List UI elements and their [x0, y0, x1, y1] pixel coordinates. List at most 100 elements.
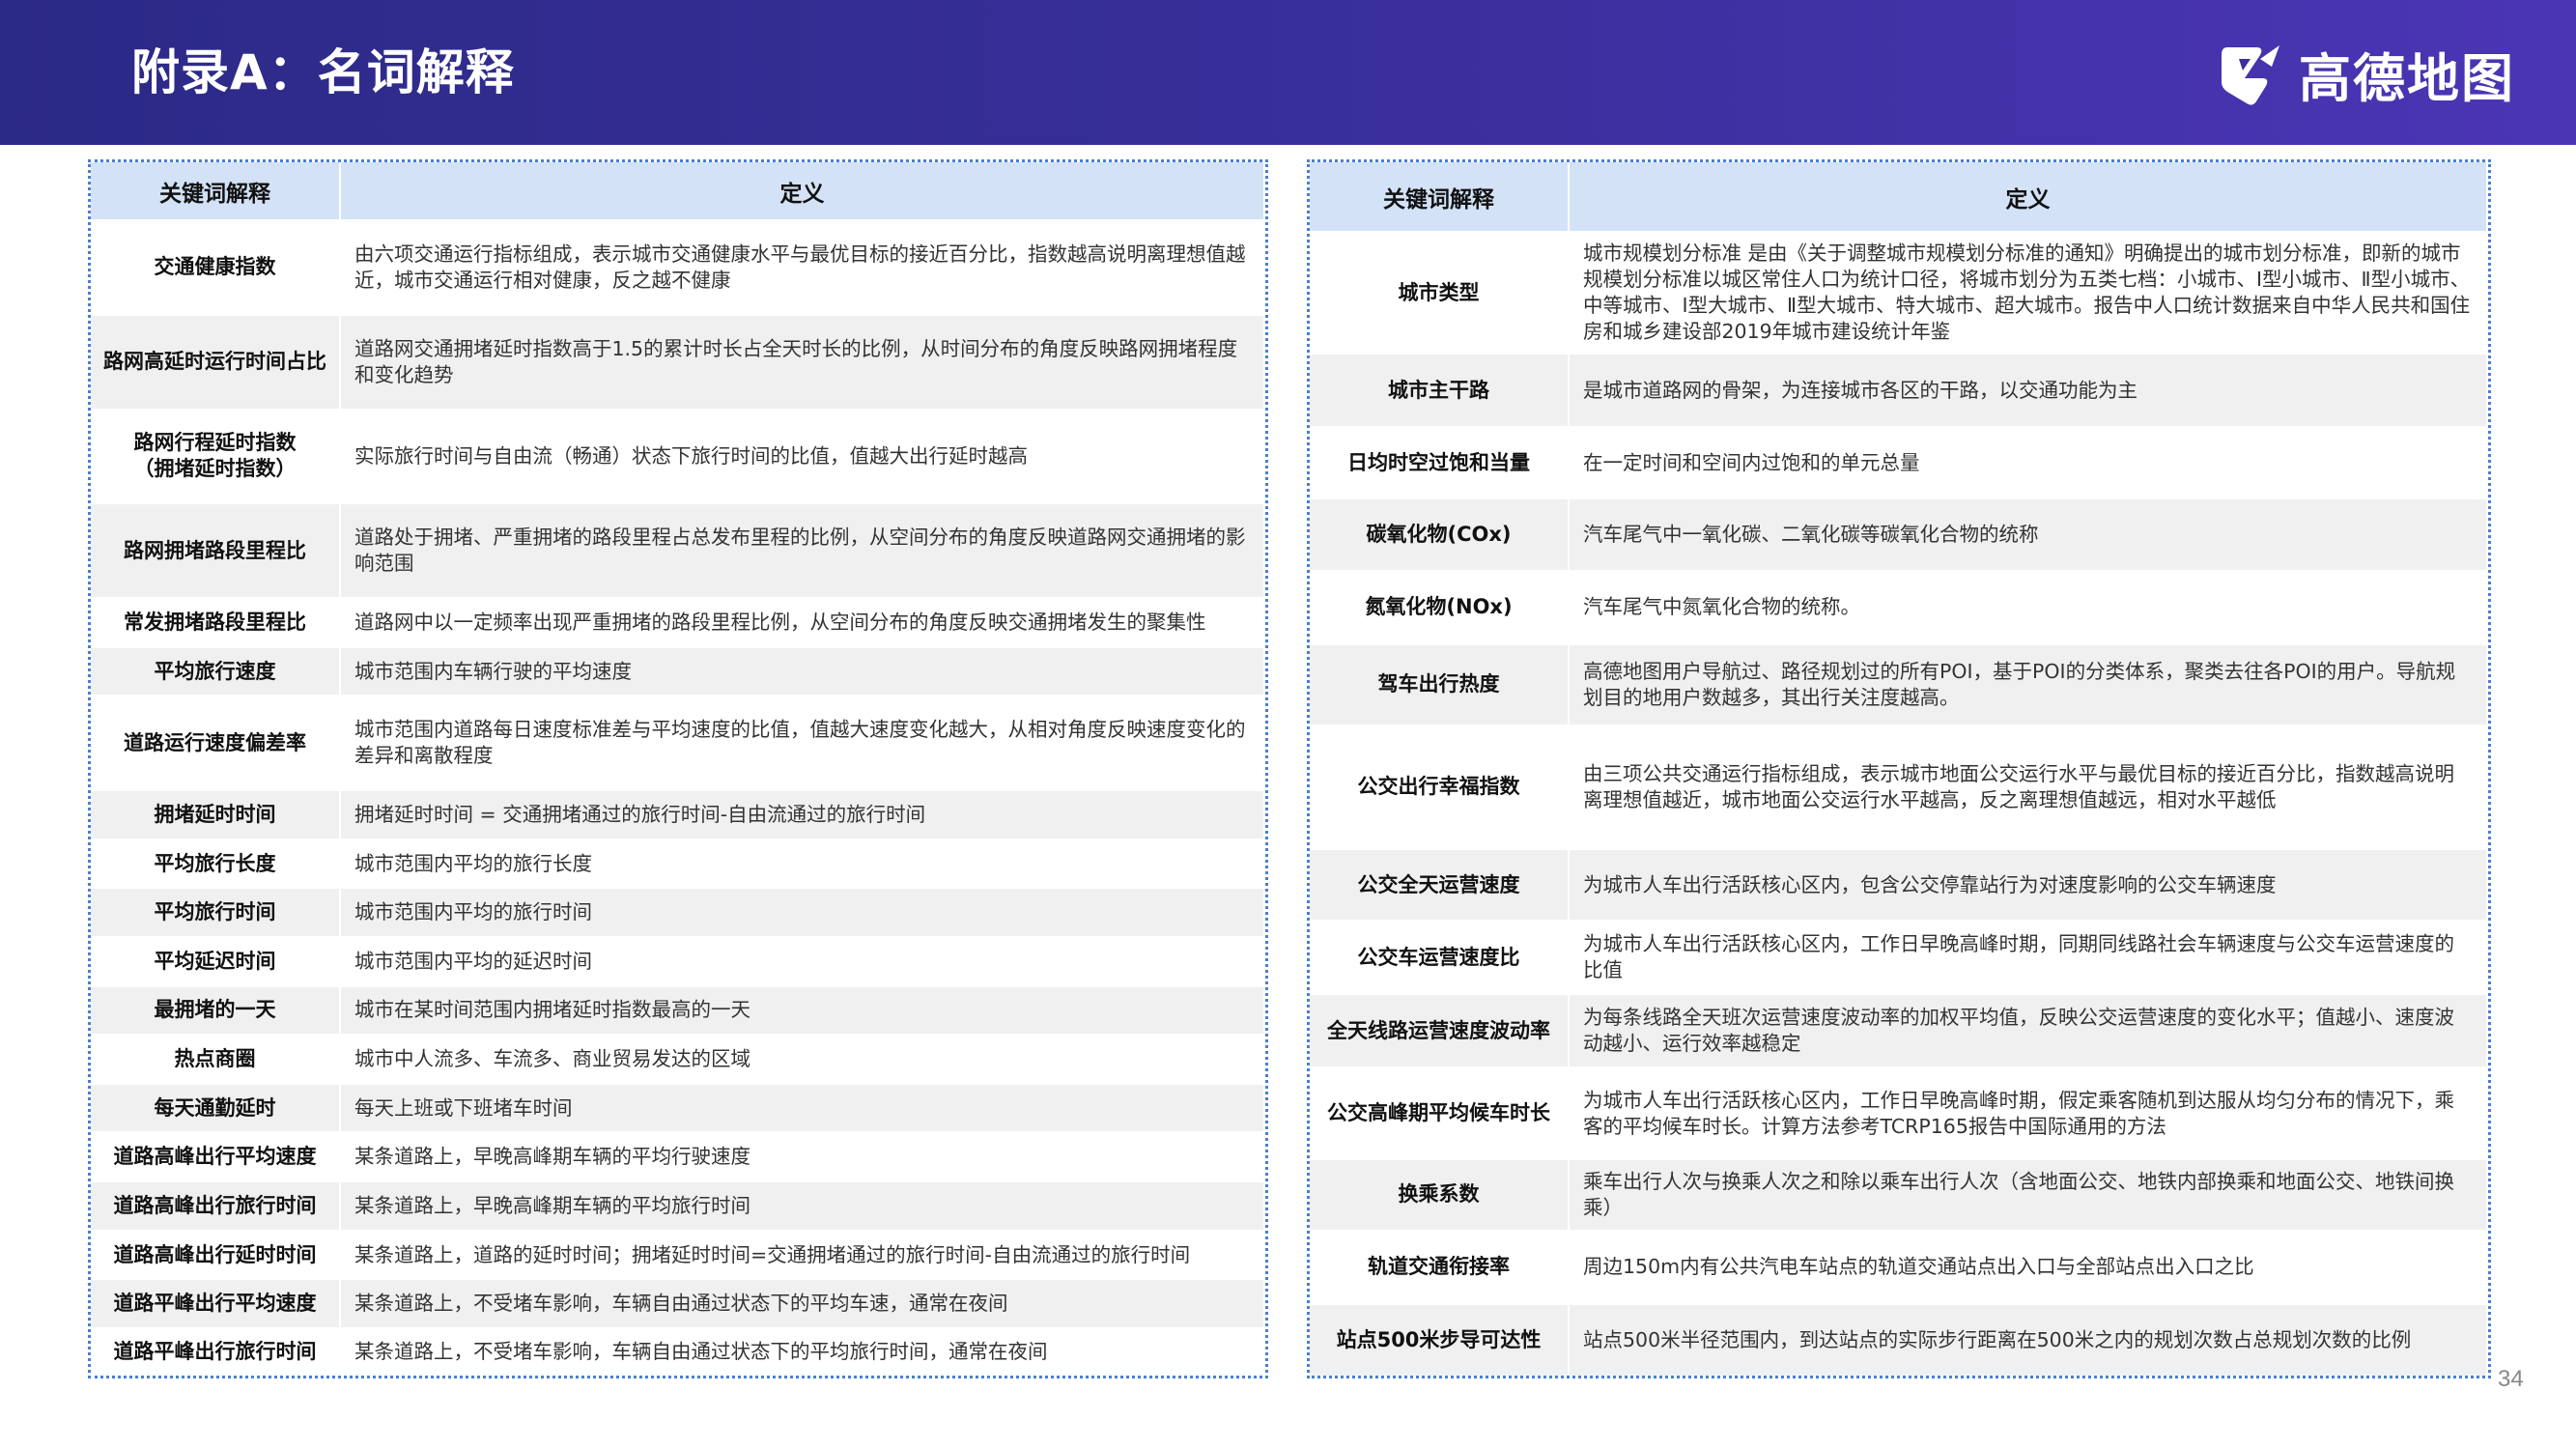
definition-cell: 某条道路上，不受堵车影响，车辆自由通过状态下的平均旅行时间，通常在夜间 — [340, 1326, 1265, 1376]
definition-cell: 某条道路上，早晚高峰期车辆的平均旅行时间 — [340, 1180, 1265, 1231]
term-cell: 驾车出行热度 — [1310, 642, 1570, 725]
term-cell: 日均时空过饱和当量 — [1310, 426, 1570, 499]
definition-cell: 汽车尾气中一氧化碳、二氧化碳等碳氧化合物的统称 — [1569, 497, 2488, 571]
definition-cell: 城市在某时间范围内拥堵延时指数最高的一天 — [340, 984, 1265, 1036]
amap-logo: 高德地图 — [2218, 33, 2515, 114]
definition-cell: 城市规模划分标准 是由《关于调整城市规模划分标准的通知》明确提出的城市划分标准，… — [1569, 230, 2488, 355]
definition-cell: 城市范围内平均的旅行长度 — [340, 838, 1265, 889]
table-row: 公交车运营速度比 为城市人车出行活跃核心区内，工作日早晚高峰时期，同期同线路社会车… — [1310, 920, 2488, 995]
term-cell: 氮氧化物(NOx) — [1310, 569, 1570, 644]
table-row: 道路高峰出行平均速度 某条道路上，早晚高峰期车辆的平均行驶速度 — [91, 1131, 1265, 1182]
definition-cell: 由六项交通运行指标组成，表示城市交通健康水平与最优目标的接近百分比，指数越高说明… — [340, 219, 1265, 315]
definition-cell: 周边150m内有公共汽电车站点的轨道交通站点出入口与全部站点出入口之比 — [1569, 1229, 2488, 1304]
definition-cell: 乘车出行人次与换乘人次之和除以乘车出行人次（含地面公交、地铁内部换乘和地面公交、… — [1569, 1157, 2488, 1231]
table-row: 每天通勤延时 每天上班或下班堵车时间 — [91, 1082, 1265, 1133]
definition-cell: 道路网中以一定频率出现严重拥堵的路段里程比例，从空间分布的角度反映交通拥堵发生的… — [340, 597, 1265, 647]
table-row: 平均旅行时间 城市范围内平均的旅行时间 — [91, 887, 1265, 937]
table-row: 最拥堵的一天 城市在某时间范围内拥堵延时指数最高的一天 — [91, 984, 1265, 1036]
definition-cell: 为每条线路全天班次运营速度波动率的加权平均值，反映公交运营速度的变化水平；值越小… — [1569, 993, 2488, 1068]
definition-cell: 城市范围内道路每日速度标准差与平均速度的比值，值越大速度变化越大，从相对角度反映… — [340, 695, 1265, 791]
header-banner: 附录A：名词解释 高德地图 — [0, 0, 2576, 145]
definition-cell: 道路网交通拥堵延时指数高于1.5的累计时长占全天时长的比例，从时间分布的角度反映… — [340, 313, 1265, 410]
logo-text: 高德地图 — [2299, 47, 2515, 109]
definition-cell: 在一定时间和空间内过饱和的单元总量 — [1569, 426, 2488, 499]
term-cell: 道路运行速度偏差率 — [91, 695, 341, 791]
definition-cell: 城市范围内车辆行驶的平均速度 — [340, 645, 1265, 696]
definition-cell: 城市范围内平均的旅行时间 — [340, 887, 1265, 937]
definition-cell: 道路处于拥堵、严重拥堵的路段里程占总发布里程的比例，从空间分布的角度反映道路网交… — [340, 502, 1265, 599]
table-row: 热点商圈 城市中人流多、车流多、商业贸易发达的区域 — [91, 1034, 1265, 1084]
term-cell: 平均旅行长度 — [91, 838, 341, 889]
definition-cell: 实际旅行时间与自由流（畅通）状态下旅行时间的比值，值越大出行延时越高 — [340, 408, 1265, 504]
header-term: 关键词解释 — [1310, 162, 1570, 232]
left-glossary-table: 关键词解释 定义 交通健康指数 由六项交通运行指标组成，表示城市交通健康水平与最优… — [88, 159, 1268, 1378]
definition-cell: 为城市人车出行活跃核心区内，工作日早晚高峰时期，同期同线路社会车辆速度与公交车运… — [1569, 920, 2488, 995]
table-row: 城市主干路 是城市道路网的骨架，为连接城市各区的干路，以交通功能为主 — [1310, 353, 2488, 428]
term-cell: 道路平峰出行平均速度 — [91, 1278, 341, 1328]
term-cell: 道路高峰出行平均速度 — [91, 1131, 341, 1182]
definition-cell: 每天上班或下班堵车时间 — [340, 1082, 1265, 1133]
term-cell: 公交全天运营速度 — [1310, 848, 1570, 922]
amap-logo-icon — [2222, 45, 2279, 105]
table-row: 道路平峰出行旅行时间 某条道路上，不受堵车影响，车辆自由通过状态下的平均旅行时间，… — [91, 1326, 1265, 1376]
definition-cell: 某条道路上，早晚高峰期车辆的平均行驶速度 — [340, 1131, 1265, 1182]
table-row: 站点500米步导可达性 站点500米半径范围内，到达站点的实际步行距离在500米之… — [1310, 1302, 2488, 1376]
definition-cell: 城市中人流多、车流多、商业贸易发达的区域 — [340, 1034, 1265, 1084]
definition-cell: 汽车尾气中氮氧化合物的统称。 — [1569, 569, 2488, 644]
table-row: 公交出行幸福指数 由三项公共交通运行指标组成，表示城市地面公交运行水平与最优目标的… — [1310, 724, 2488, 850]
definition-cell: 为城市人车出行活跃核心区内，工作日早晚高峰时期，假定乘客随机到达服从均匀分布的情… — [1569, 1066, 2488, 1159]
definition-cell: 高德地图用户导航过、路径规划过的所有POI，基于POI的分类体系，聚类去往各PO… — [1569, 642, 2488, 725]
table-row: 城市类型 城市规模划分标准 是由《关于调整城市规模划分标准的通知》明确提出的城市划… — [1310, 230, 2488, 355]
term-cell: 碳氧化物(COx) — [1310, 497, 1570, 571]
page-title: 附录A：名词解释 — [131, 44, 515, 100]
definition-cell: 某条道路上，不受堵车影响，车辆自由通过状态下的平均车速，通常在夜间 — [340, 1278, 1265, 1328]
definition-cell: 城市范围内平均的延迟时间 — [340, 935, 1265, 986]
term-cell: 平均延迟时间 — [91, 935, 341, 986]
definition-cell: 站点500米半径范围内，到达站点的实际步行距离在500米之内的规划次数占总规划次… — [1569, 1302, 2488, 1376]
table-row: 换乘系数 乘车出行人次与换乘人次之和除以乘车出行人次（含地面公交、地铁内部换乘和地… — [1310, 1157, 2488, 1231]
term-cell: 平均旅行速度 — [91, 645, 341, 696]
term-cell: 路网拥堵路段里程比 — [91, 502, 341, 599]
right-glossary-table: 关键词解释 定义 城市类型 城市规模划分标准 是由《关于调整城市规模划分标准的通知… — [1307, 159, 2491, 1378]
term-cell: 公交车运营速度比 — [1310, 920, 1570, 995]
table-row: 道路运行速度偏差率 城市范围内道路每日速度标准差与平均速度的比值，值越大速度变化越… — [91, 695, 1265, 791]
term-cell: 道路高峰出行延时时间 — [91, 1229, 341, 1280]
table-row: 驾车出行热度 高德地图用户导航过、路径规划过的所有POI，基于POI的分类体系，聚… — [1310, 642, 2488, 725]
table-row: 道路高峰出行延时时间 某条道路上，道路的延时时间；拥堵延时时间=交通拥堵通过的旅行… — [91, 1229, 1265, 1280]
term-cell: 路网高延时运行时间占比 — [91, 313, 341, 410]
term-cell: 公交高峰期平均候车时长 — [1310, 1066, 1570, 1159]
table-row: 拥堵延时时间 拥堵延时时间 = 交通拥堵通过的旅行时间-自由流通过的旅行时间 — [91, 789, 1265, 839]
term-cell: 平均旅行时间 — [91, 887, 341, 937]
table-row: 路网高延时运行时间占比 道路网交通拥堵延时指数高于1.5的累计时长占全天时长的比例… — [91, 313, 1265, 410]
term-cell: 道路平峰出行旅行时间 — [91, 1326, 341, 1376]
definition-cell: 为城市人车出行活跃核心区内，包含公交停靠站行为对速度影响的公交车辆速度 — [1569, 848, 2488, 922]
table-row: 氮氧化物(NOx) 汽车尾气中氮氧化合物的统称。 — [1310, 569, 2488, 644]
term-cell: 换乘系数 — [1310, 1157, 1570, 1231]
table-row: 交通健康指数 由六项交通运行指标组成，表示城市交通健康水平与最优目标的接近百分比，… — [91, 219, 1265, 315]
definition-cell: 是城市道路网的骨架，为连接城市各区的干路，以交通功能为主 — [1569, 353, 2488, 428]
term-cell: 公交出行幸福指数 — [1310, 724, 1570, 850]
term-cell: 轨道交通衔接率 — [1310, 1229, 1570, 1304]
table-row: 常发拥堵路段里程比 道路网中以一定频率出现严重拥堵的路段里程比例，从空间分布的角度… — [91, 597, 1265, 647]
table-row: 道路高峰出行旅行时间 某条道路上，早晚高峰期车辆的平均旅行时间 — [91, 1180, 1265, 1231]
term-cell: 城市主干路 — [1310, 353, 1570, 428]
term-cell: 常发拥堵路段里程比 — [91, 597, 341, 647]
table-row: 公交全天运营速度 为城市人车出行活跃核心区内，包含公交停靠站行为对速度影响的公交车… — [1310, 848, 2488, 922]
definition-cell: 拥堵延时时间 = 交通拥堵通过的旅行时间-自由流通过的旅行时间 — [340, 789, 1265, 839]
table-row: 公交高峰期平均候车时长 为城市人车出行活跃核心区内，工作日早晚高峰时期，假定乘客随… — [1310, 1066, 2488, 1159]
definition-cell: 某条道路上，道路的延时时间；拥堵延时时间=交通拥堵通过的旅行时间-自由流通过的旅… — [340, 1229, 1265, 1280]
table-row: 碳氧化物(COx) 汽车尾气中一氧化碳、二氧化碳等碳氧化合物的统称 — [1310, 497, 2488, 571]
header-definition: 定义 — [1569, 162, 2488, 232]
table-row: 路网拥堵路段里程比 道路处于拥堵、严重拥堵的路段里程占总发布里程的比例，从空间分布… — [91, 502, 1265, 599]
header-term: 关键词解释 — [91, 162, 341, 220]
term-cell: 道路高峰出行旅行时间 — [91, 1180, 341, 1231]
table-row: 平均延迟时间 城市范围内平均的延迟时间 — [91, 935, 1265, 986]
table-row: 日均时空过饱和当量 在一定时间和空间内过饱和的单元总量 — [1310, 426, 2488, 499]
term-cell: 交通健康指数 — [91, 219, 341, 315]
table-row: 道路平峰出行平均速度 某条道路上，不受堵车影响，车辆自由通过状态下的平均车速，通常… — [91, 1278, 1265, 1328]
term-cell: 站点500米步导可达性 — [1310, 1302, 1570, 1376]
table-row: 路网行程延时指数 （拥堵延时指数） 实际旅行时间与自由流（畅通）状态下旅行时间的比… — [91, 408, 1265, 504]
table-row: 轨道交通衔接率 周边150m内有公共汽电车站点的轨道交通站点出入口与全部站点出入口… — [1310, 1229, 2488, 1304]
definition-cell: 由三项公共交通运行指标组成，表示城市地面公交运行水平与最优目标的接近百分比，指数… — [1569, 724, 2488, 850]
term-cell: 热点商圈 — [91, 1034, 341, 1084]
